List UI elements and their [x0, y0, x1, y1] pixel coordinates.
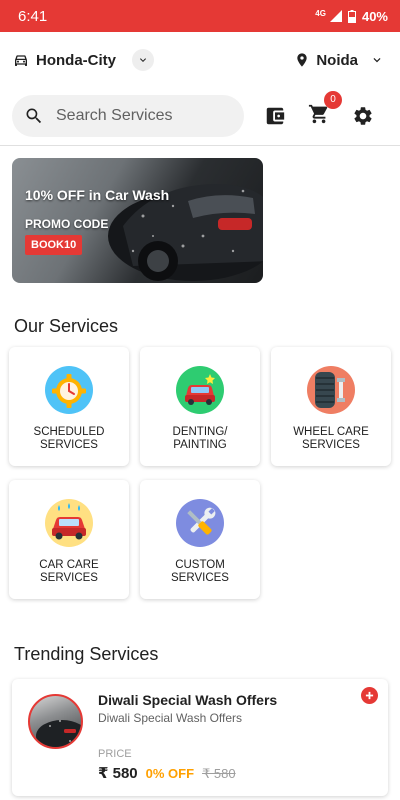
location-pin-icon — [297, 53, 307, 67]
trending-section-title: Trending Services — [14, 644, 159, 664]
car-selector[interactable]: Honda-City — [12, 49, 154, 71]
promo-banner[interactable]: 10% OFF in Car Wash PROMO CODE BOOK10 — [12, 158, 263, 283]
car-dropdown-button[interactable] — [132, 49, 154, 71]
original-price: ₹ 580 — [202, 766, 236, 781]
car-name: Honda-City — [36, 51, 116, 69]
search-bar[interactable] — [12, 95, 244, 137]
service-card-wheel-care[interactable]: WHEEL CARE SERVICES — [271, 347, 391, 466]
chevron-down-icon — [140, 58, 146, 62]
current-price: ₹ 580 — [98, 765, 138, 782]
car-icon — [15, 55, 27, 66]
promo-code-badge: BOOK10 — [25, 235, 83, 255]
service-label: CUSTOM SERVICES — [171, 559, 229, 584]
status-bar: 6:41 4G 40% — [0, 0, 400, 32]
promo-code-label: PROMO CODE — [25, 217, 109, 231]
signal-icon — [329, 10, 342, 22]
service-label: WHEEL CARE SERVICES — [293, 426, 369, 451]
trending-service-card[interactable]: Diwali Special Wash Offers Diwali Specia… — [12, 679, 388, 796]
search-input[interactable] — [56, 107, 226, 125]
scheduled-services-icon — [45, 366, 93, 414]
car-care-icon — [45, 499, 93, 547]
battery-level: 40% — [361, 8, 388, 24]
battery-icon — [347, 9, 356, 23]
banner-title: 10% OFF in Car Wash — [25, 187, 170, 203]
trending-service-image — [28, 694, 83, 749]
status-time: 6:41 — [18, 7, 48, 25]
custom-services-icon — [176, 499, 224, 547]
car-wash-photo — [36, 720, 81, 747]
city-dropdown-button[interactable] — [366, 49, 388, 71]
settings-gear-icon[interactable] — [352, 105, 374, 127]
trending-service-title: Diwali Special Wash Offers — [98, 692, 278, 708]
service-card-custom[interactable]: CUSTOM SERVICES — [140, 480, 260, 599]
wallet-icon[interactable] — [264, 105, 286, 127]
price-row: ₹ 580 0% OFF ₹ 580 — [98, 764, 236, 782]
wheel-care-icon — [307, 366, 355, 414]
services-grid: SCHEDULED SERVICES DENTING/ PAINTING WHE… — [9, 347, 391, 599]
service-card-denting[interactable]: DENTING/ PAINTING — [140, 347, 260, 466]
network-type: 4G — [315, 8, 326, 18]
service-card-scheduled[interactable]: SCHEDULED SERVICES — [9, 347, 129, 466]
cart-button[interactable]: 0 — [308, 90, 342, 130]
discount-percent: 0% OFF — [145, 766, 195, 781]
header-actions: 0 — [264, 90, 374, 130]
search-icon — [26, 108, 42, 124]
city-selector[interactable]: Noida — [294, 49, 388, 71]
denting-painting-icon — [176, 366, 224, 414]
city-name: Noida — [316, 51, 358, 69]
services-section-title: Our Services — [14, 316, 119, 336]
car-wash-image — [108, 184, 263, 281]
top-bar: Honda-City Noida — [0, 32, 400, 88]
status-icons: 4G 40% — [315, 9, 388, 24]
search-row: 0 — [0, 90, 400, 138]
service-label: DENTING/ PAINTING — [172, 426, 228, 451]
add-to-cart-button[interactable] — [361, 687, 378, 704]
service-label: SCHEDULED SERVICES — [33, 426, 105, 451]
trending-service-subtitle: Diwali Special Wash Offers — [98, 711, 243, 725]
cart-count-badge: 0 — [324, 90, 342, 109]
header-divider — [0, 145, 400, 146]
service-card-car-care[interactable]: CAR CARE SERVICES — [9, 480, 129, 599]
price-label: PRICE — [98, 748, 132, 760]
service-label: CAR CARE SERVICES — [39, 559, 99, 584]
plus-icon — [365, 691, 374, 700]
chevron-down-icon — [373, 58, 381, 63]
